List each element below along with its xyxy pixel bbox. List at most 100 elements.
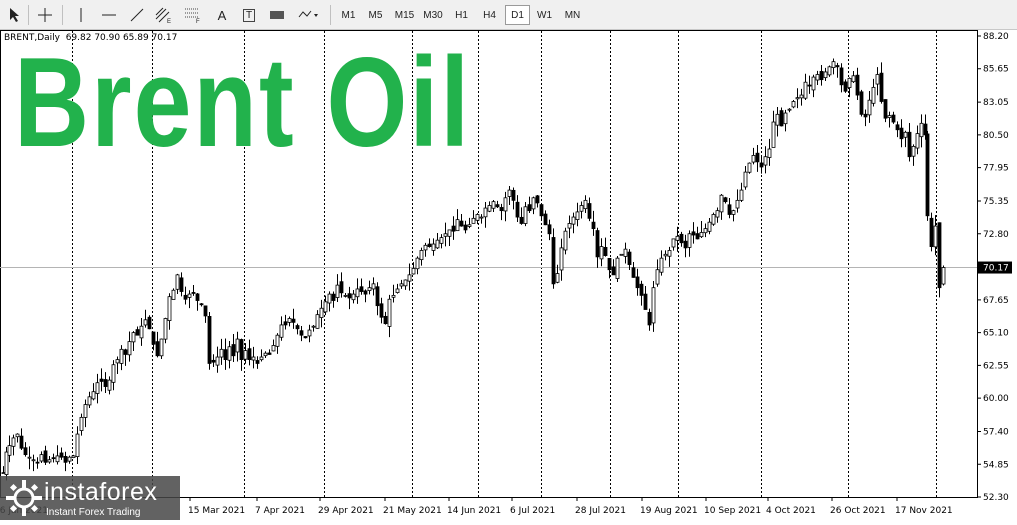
candle-body: [11, 437, 16, 447]
timeframe-m15-button[interactable]: M15: [391, 5, 418, 25]
candle-body: [695, 233, 700, 240]
candle-body: [599, 246, 604, 260]
candle-body: [751, 155, 756, 163]
toolbar-separator: [330, 5, 331, 25]
vertical-line-icon[interactable]: [70, 3, 92, 27]
candle-body: [411, 268, 416, 275]
instaforex-logo: instaforex Instant Forex Trading: [0, 476, 180, 520]
candle-body: [195, 293, 200, 301]
candle-body: [43, 450, 48, 463]
candle-body: [239, 339, 244, 360]
timeframe-w1-button[interactable]: W1: [532, 5, 557, 25]
candle-body: [271, 345, 276, 352]
cursor-arrow-icon[interactable]: [4, 3, 26, 27]
x-tick-label: 14 Jun 2021: [447, 506, 501, 516]
candle-body: [79, 416, 84, 431]
candle-body: [835, 65, 840, 68]
candle-body: [933, 225, 938, 248]
candle-body: [941, 267, 946, 285]
logo-name: instaforex: [44, 478, 158, 506]
y-tick-label: 80.50: [983, 131, 1009, 141]
candle-body: [519, 216, 524, 224]
candle-body: [375, 286, 380, 307]
candle-body: [355, 288, 360, 298]
timeframe-mn-button[interactable]: MN: [559, 5, 586, 25]
candle-body: [807, 84, 812, 87]
candle-body: [47, 459, 52, 463]
y-tick-label: 70.17: [983, 264, 1009, 274]
candle-body: [207, 316, 212, 364]
y-tick-label: 62.55: [983, 361, 1009, 371]
candle-body: [907, 131, 912, 158]
y-tick-label: 65.10: [983, 329, 1009, 339]
candle-body: [603, 246, 608, 256]
candle-body: [895, 124, 900, 131]
candle-body: [135, 329, 140, 336]
candle-body: [659, 257, 664, 273]
arrows-dropdown-icon[interactable]: [294, 3, 324, 27]
candle-body: [767, 148, 772, 158]
candle-body: [631, 267, 636, 278]
x-tick-label: 4 Oct 2021: [766, 506, 816, 516]
candle-body: [575, 211, 580, 221]
candle-body: [531, 197, 536, 210]
candle-body: [507, 189, 512, 197]
candle-body: [87, 396, 92, 406]
timeframe-d1-button[interactable]: D1: [505, 5, 530, 25]
candle-body: [467, 224, 472, 227]
candle-body: [347, 293, 352, 299]
candle-body: [503, 197, 508, 212]
candle-body: [35, 461, 40, 464]
timeframe-m30-button[interactable]: M30: [419, 5, 447, 25]
horizontal-line-icon[interactable]: [98, 3, 120, 27]
candle-body: [335, 284, 340, 298]
candle-body: [523, 206, 528, 224]
rectangle-icon[interactable]: [266, 3, 288, 27]
candle-body: [795, 97, 800, 100]
candle-body: [539, 204, 544, 217]
candle-body: [487, 205, 492, 212]
candle-body: [427, 243, 432, 247]
candle-body: [511, 189, 516, 201]
candle-body: [363, 290, 368, 295]
candle-body: [371, 283, 376, 290]
candle-body: [711, 214, 716, 225]
candle-body: [287, 318, 292, 323]
candle-body: [143, 319, 148, 326]
candle-body: [23, 447, 28, 456]
candle-body: [255, 360, 260, 364]
fibonacci-retracement-icon[interactable]: F: [182, 3, 204, 27]
candle-body: [387, 298, 392, 327]
candle-body: [683, 240, 688, 249]
equidistant-channel-icon[interactable]: E: [153, 3, 175, 27]
candle-body: [583, 199, 588, 210]
candle-body: [307, 329, 312, 337]
candle-body: [191, 292, 196, 294]
candle-body: [775, 113, 780, 126]
text-icon[interactable]: A: [211, 3, 233, 27]
trendline-icon[interactable]: [126, 3, 148, 27]
candle-body: [55, 455, 60, 463]
candle-body: [715, 210, 720, 218]
candle-body: [167, 296, 172, 321]
candle-body: [75, 433, 80, 457]
candle-body: [739, 189, 744, 201]
timeframe-m1-button[interactable]: M1: [336, 5, 361, 25]
candle-body: [495, 204, 500, 208]
timeframe-m5-button[interactable]: M5: [363, 5, 388, 25]
toolbar-separator: [62, 5, 63, 25]
candle-body: [703, 228, 708, 234]
candle-body: [735, 199, 740, 209]
candle-body: [51, 457, 56, 460]
crosshair-icon[interactable]: [34, 3, 56, 27]
timeframe-h1-button[interactable]: H1: [449, 5, 474, 25]
candle-body: [855, 74, 860, 96]
candle-body: [343, 294, 348, 297]
candle-body: [937, 222, 942, 289]
timeframe-h4-button[interactable]: H4: [476, 5, 503, 25]
candle-body: [551, 237, 556, 285]
candle-body: [883, 99, 888, 119]
candle-body: [59, 452, 64, 458]
text-label-icon[interactable]: T: [238, 3, 260, 27]
candle-body: [823, 71, 828, 79]
